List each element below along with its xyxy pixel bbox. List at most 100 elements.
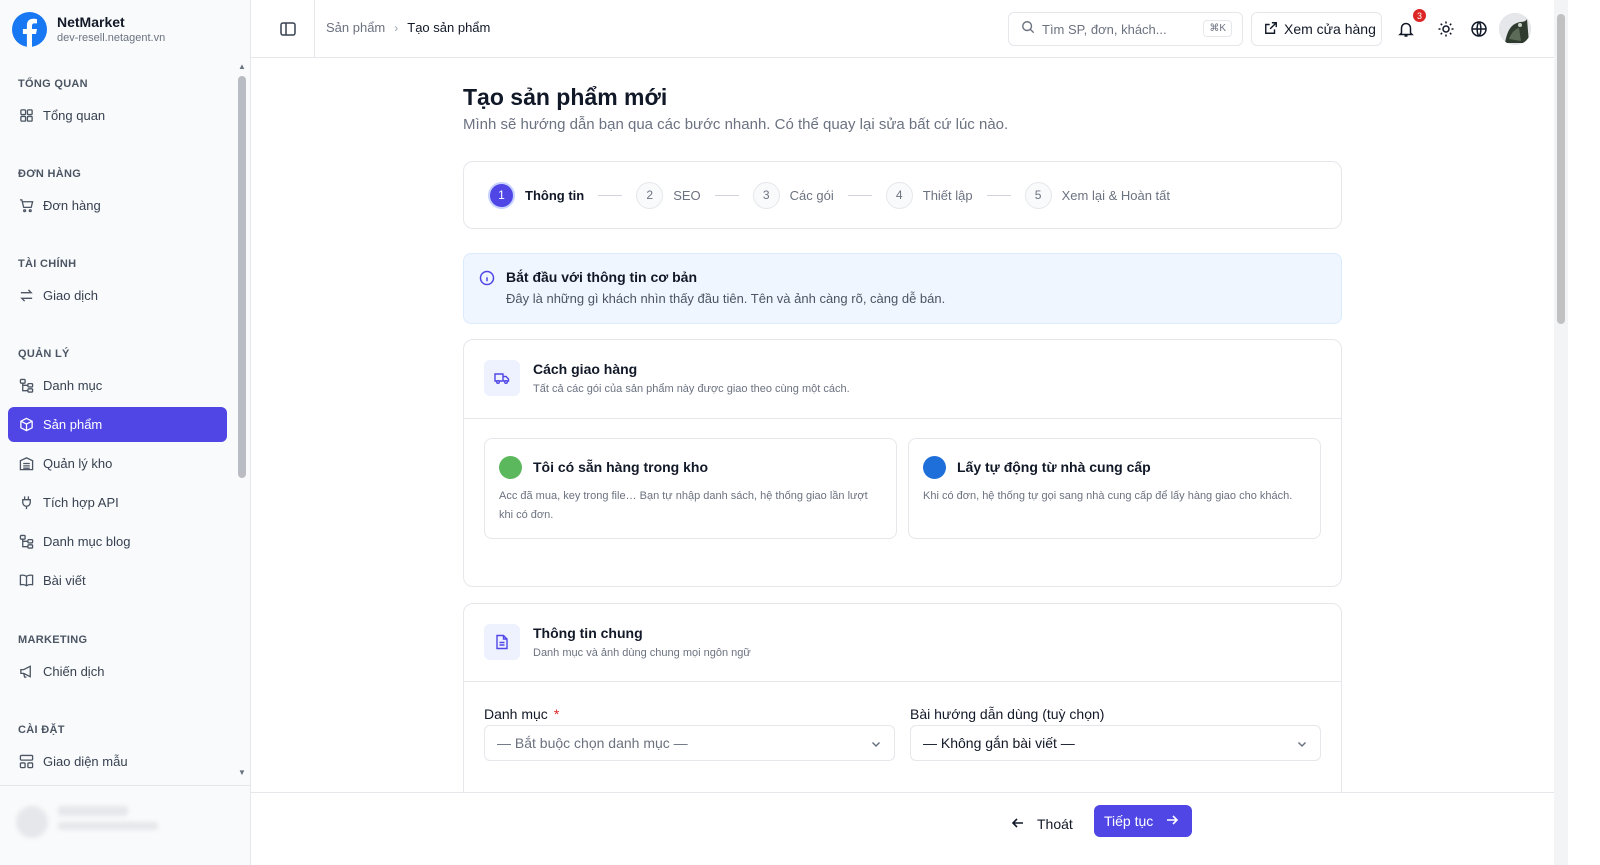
step-label: SEO	[673, 187, 701, 203]
sidebar-item-posts[interactable]: Bài viết	[8, 563, 227, 598]
user-name-placeholder	[58, 806, 128, 816]
sidebar-item-products[interactable]: Sản phẩm	[8, 407, 227, 442]
plug-icon	[18, 495, 34, 511]
next-label: Tiếp tục	[1104, 813, 1154, 829]
bell-icon[interactable]	[1397, 20, 1415, 38]
category-select[interactable]: — Bắt buộc chọn danh mục —	[484, 725, 895, 761]
step-number: 1	[488, 181, 515, 209]
step-settings[interactable]: 4 Thiết lập	[885, 181, 973, 209]
header-divider	[314, 0, 315, 58]
book-icon	[18, 573, 34, 589]
sidebar-item-api[interactable]: Tích hợp API	[8, 485, 227, 520]
truck-icon	[484, 360, 520, 396]
step-label: Xem lại & Hoàn tất	[1061, 187, 1171, 203]
guide-select[interactable]: — Không gắn bài viết —	[910, 725, 1321, 761]
view-store-button[interactable]: Xem cửa hàng	[1251, 12, 1382, 46]
arrow-right-icon	[1165, 813, 1179, 830]
step-number: 2	[636, 181, 664, 209]
sidebar-item-label: Tích hợp API	[43, 495, 119, 510]
delivery-option-stock[interactable]: Tôi có sẵn hàng trong kho Acc đã mua, ke…	[484, 438, 897, 539]
step-info[interactable]: 1 Thông tin	[488, 181, 584, 209]
user-avatar	[16, 806, 48, 838]
category-label-text: Danh mục	[484, 706, 548, 722]
info-callout: Bắt đầu với thông tin cơ bản Đây là nhữn…	[463, 253, 1342, 324]
sidebar-item-label: Danh mục	[43, 378, 103, 393]
sidebar-item-blog-categories[interactable]: Danh mục blog	[8, 524, 227, 559]
chevron-down-icon	[870, 737, 882, 753]
avatar[interactable]	[1499, 13, 1531, 45]
sidebar-user[interactable]	[0, 785, 251, 865]
option-description: Acc đã mua, key trong file… Bạn tự nhập …	[499, 490, 868, 521]
scroll-up-icon[interactable]: ▲	[238, 62, 246, 71]
nav-group-title: MARKETING	[18, 634, 88, 646]
page-scroll-thumb[interactable]	[1557, 14, 1565, 324]
box-icon	[18, 417, 34, 433]
next-button[interactable]: Tiếp tục	[1094, 805, 1192, 837]
info-title: Bắt đầu với thông tin cơ bản	[506, 269, 698, 285]
sidebar-scroll-thumb[interactable]	[238, 76, 246, 478]
delivery-option-supplier[interactable]: Lấy tự động từ nhà cung cấp Khi có đơn, …	[908, 438, 1321, 539]
card-header: Thông tin chung Danh mục và ảnh dùng chu…	[464, 604, 1341, 682]
sidebar-item-warehouse[interactable]: Quản lý kho	[8, 446, 227, 481]
category-select-value: — Bắt buộc chọn danh mục —	[497, 735, 688, 751]
sidebar-item-overview[interactable]: Tổng quan	[8, 98, 227, 133]
cart-icon	[18, 198, 34, 214]
search-placeholder: Tìm SP, đơn, khách...	[1042, 21, 1167, 37]
step-packages[interactable]: 3 Các gói	[752, 181, 834, 209]
page-scrollbar[interactable]	[1554, 0, 1568, 865]
sidebar-item-campaigns[interactable]: Chiến dịch	[8, 654, 227, 689]
step-review[interactable]: 5 Xem lại & Hoàn tất	[1024, 181, 1171, 209]
option-description: Khi có đơn, hệ thống tự gọi sang nhà cun…	[923, 490, 1293, 502]
step-label: Thiết lập	[922, 187, 973, 203]
sidebar-item-label: Giao dịch	[43, 288, 98, 303]
stepper: 1 Thông tin 2 SEO 3 Các gói 4 Thiết lập …	[463, 161, 1342, 229]
wizard-footer: Thoát Tiếp tục	[251, 792, 1554, 865]
page-title: Tạo sản phẩm mới	[463, 84, 668, 110]
main-content: Tạo sản phẩm mới Mình sẽ hướng dẫn bạn q…	[251, 58, 1554, 792]
brand-name: NetMarket	[57, 14, 125, 30]
document-icon	[484, 624, 520, 660]
breadcrumb-separator: ›	[394, 20, 399, 35]
card-title: Thông tin chung	[533, 625, 643, 641]
general-info-card: Thông tin chung Danh mục và ảnh dùng chu…	[463, 603, 1342, 792]
sidebar-scrollbar[interactable]: ▲ ▼	[236, 62, 248, 782]
transfer-icon	[18, 288, 34, 304]
sidebar-item-orders[interactable]: Đơn hàng	[8, 188, 227, 223]
arrow-left-icon	[1011, 816, 1025, 833]
option-title: Lấy tự động từ nhà cung cấp	[957, 459, 1151, 475]
exit-button[interactable]: Thoát	[1011, 809, 1073, 839]
delivery-card: Cách giao hàng Tất cả các gói của sản ph…	[463, 339, 1342, 587]
sun-icon[interactable]	[1437, 20, 1455, 38]
top-header: Sản phẩm › Tạo sản phẩm Tìm SP, đơn, khá…	[251, 0, 1554, 58]
step-seo[interactable]: 2 SEO	[636, 181, 701, 209]
step-label: Các gói	[789, 187, 834, 203]
step-connector	[847, 194, 872, 196]
category-label: Danh mục *	[484, 706, 559, 722]
green-circle-icon	[499, 456, 522, 479]
sidebar-item-label: Quản lý kho	[43, 456, 113, 471]
megaphone-icon	[18, 664, 34, 680]
sidebar: NetMarket dev-resell.netagent.vn TỔNG QU…	[0, 0, 251, 865]
sidebar-item-templates[interactable]: Giao diện mẫu	[8, 744, 227, 779]
sidebar-item-label: Giao diện mẫu	[43, 754, 128, 769]
search-input[interactable]: Tìm SP, đơn, khách... ⌘K	[1008, 12, 1243, 46]
step-number: 5	[1024, 181, 1052, 209]
sidebar-item-transactions[interactable]: Giao dịch	[8, 278, 227, 313]
nav-group-title: TÀI CHÍNH	[18, 258, 77, 270]
step-connector	[714, 194, 739, 196]
card-subtitle: Tất cả các gói của sản phẩm này được gia…	[533, 383, 850, 395]
card-header: Cách giao hàng Tất cả các gói của sản ph…	[464, 340, 1341, 419]
scroll-down-icon[interactable]: ▼	[238, 768, 246, 777]
breadcrumb-parent[interactable]: Sản phẩm	[326, 20, 385, 35]
sidebar-item-label: Bài viết	[43, 573, 86, 588]
sidebar-item-categories[interactable]: Danh mục	[8, 368, 227, 403]
brand[interactable]: NetMarket dev-resell.netagent.vn	[0, 0, 251, 58]
globe-icon[interactable]	[1470, 20, 1488, 38]
sidebar-toggle-icon[interactable]	[279, 20, 297, 38]
brand-domain: dev-resell.netagent.vn	[57, 32, 166, 44]
tree-icon	[18, 378, 34, 394]
required-mark: *	[553, 706, 560, 722]
option-title: Tôi có sẵn hàng trong kho	[533, 459, 708, 475]
nav-group-title: ĐƠN HÀNG	[18, 168, 82, 180]
sidebar-nav: TỔNG QUAN Tổng quan ĐƠN HÀNG Đơn hàng TÀ…	[0, 62, 236, 782]
